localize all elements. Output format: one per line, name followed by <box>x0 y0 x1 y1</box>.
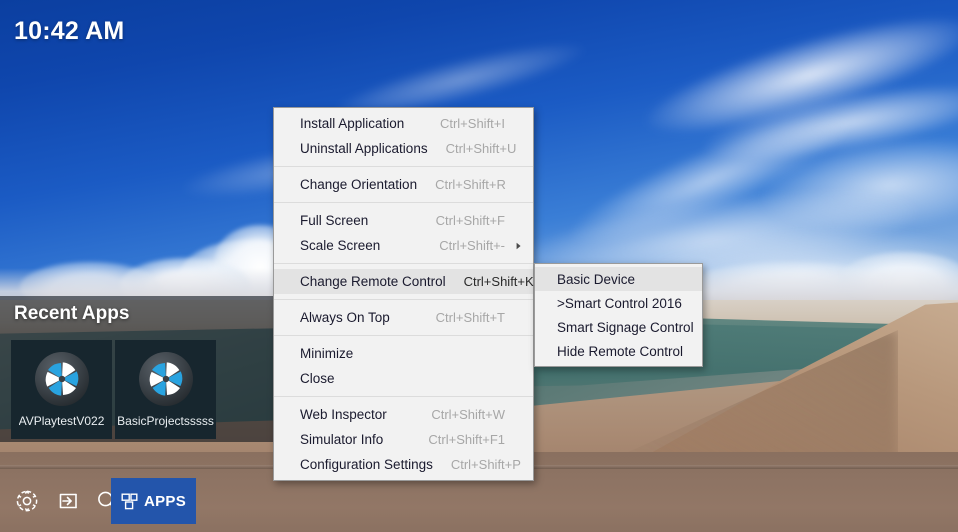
submenu-item-basic-device[interactable]: Basic Device <box>535 267 702 291</box>
submenu-item-label: Basic Device <box>557 271 636 287</box>
menu-item-label: Close <box>300 371 335 386</box>
menu-item-shortcut: Ctrl+Shift+I <box>439 116 505 131</box>
menu-item-web-inspector[interactable]: Web Inspector Ctrl+Shift+W <box>274 402 533 427</box>
menu-separator <box>274 202 533 203</box>
menu-item-install-application[interactable]: Install Application Ctrl+Shift+I <box>274 111 533 136</box>
menu-item-label: Always On Top <box>300 310 390 325</box>
menu-item-shortcut: Ctrl+Shift+K <box>463 274 534 289</box>
menu-item-shortcut: Ctrl+Shift+F <box>435 213 505 228</box>
menu-item-shortcut: Ctrl+Shift+F1 <box>428 432 505 447</box>
submenu-arrow-icon <box>513 119 525 129</box>
menu-item-always-on-top[interactable]: Always On Top Ctrl+Shift+T <box>274 305 533 330</box>
pinwheel-app-icon <box>138 351 194 407</box>
menu-separator <box>274 166 533 167</box>
clock: 10:42 AM <box>14 17 125 45</box>
menu-item-change-remote-control[interactable]: Change Remote Control Ctrl+Shift+K <box>274 269 548 294</box>
menu-item-uninstall-applications[interactable]: Uninstall Applications Ctrl+Shift+U <box>274 136 533 161</box>
list-item-label: AVPlaytestV022 <box>18 414 105 428</box>
submenu-arrow-icon <box>524 144 532 154</box>
submenu-arrow-icon <box>529 460 537 470</box>
menu-item-shortcut: Ctrl+Shift+P <box>450 457 521 472</box>
pinwheel-app-icon <box>34 351 90 407</box>
recent-apps-title: Recent Apps <box>14 303 130 324</box>
list-item[interactable]: AVPlaytestV022 <box>11 340 112 439</box>
submenu-item-label: >Smart Control 2016 <box>557 295 682 311</box>
menu-item-label: Change Remote Control <box>300 274 446 289</box>
menu-item-shortcut: Ctrl+Shift+R <box>435 177 506 192</box>
menu-item-change-orientation[interactable]: Change Orientation Ctrl+Shift+R <box>274 172 533 197</box>
submenu-arrow-icon <box>513 313 525 323</box>
menu-item-label: Configuration Settings <box>300 457 433 472</box>
menu-item-simulator-info[interactable]: Simulator Info Ctrl+Shift+F1 <box>274 427 533 452</box>
menu-item-label: Change Orientation <box>300 177 418 192</box>
taskbar-icon-group <box>14 488 120 514</box>
submenu-item-label: Smart Signage Control <box>557 319 694 335</box>
submenu-arrow-icon <box>513 349 525 359</box>
apps-button-label: APPS <box>143 492 187 510</box>
menu-item-label: Full Screen <box>300 213 369 228</box>
submenu-item-smart-signage-control[interactable]: Smart Signage Control <box>535 315 702 339</box>
apps-grid-icon <box>121 493 138 510</box>
menu-item-full-screen[interactable]: Full Screen Ctrl+Shift+F <box>274 208 533 233</box>
menu-item-shortcut: Ctrl+Shift+T <box>435 310 505 325</box>
list-item[interactable]: BasicProjectsssss <box>115 340 216 439</box>
gear-icon[interactable] <box>14 488 40 514</box>
submenu-arrow-icon <box>513 216 525 226</box>
desktop-screen: 10:42 AM Recent Apps AVPlaytestV022 Basi… <box>0 0 958 532</box>
menu-item-shortcut: Ctrl+Shift+U <box>445 141 517 156</box>
menu-item-scale-screen[interactable]: Scale Screen Ctrl+Shift+- <box>274 233 533 258</box>
menu-item-label: Install Application <box>300 116 405 131</box>
apps-button[interactable]: APPS <box>111 478 196 524</box>
submenu-item-label: Hide Remote Control <box>557 343 684 359</box>
menu-separator <box>274 396 533 397</box>
menu-item-label: Scale Screen <box>300 238 381 253</box>
recent-apps-tile-list: AVPlaytestV022 BasicProjectsssss <box>11 340 216 439</box>
menu-separator <box>274 299 533 300</box>
menu-item-close[interactable]: Close <box>274 366 533 391</box>
submenu-arrow-icon <box>513 435 525 445</box>
context-submenu[interactable]: Basic Device >Smart Control 2016 Smart Sig… <box>534 263 703 367</box>
menu-item-minimize[interactable]: Minimize <box>274 341 533 366</box>
menu-item-label: Uninstall Applications <box>300 141 428 156</box>
menu-separator <box>274 263 533 264</box>
submenu-arrow-icon <box>514 180 525 190</box>
list-item-label: BasicProjectsssss <box>117 414 214 428</box>
submenu-item-smart-control-2016[interactable]: >Smart Control 2016 <box>535 291 702 315</box>
login-arrow-icon[interactable] <box>54 488 80 514</box>
menu-item-label: Simulator Info <box>300 432 384 447</box>
menu-item-configuration-settings[interactable]: Configuration Settings Ctrl+Shift+P <box>274 452 533 477</box>
menu-item-shortcut: Ctrl+Shift+W <box>431 407 505 422</box>
menu-separator <box>274 335 533 336</box>
menu-item-label: Minimize <box>300 346 354 361</box>
submenu-item-hide-remote-control[interactable]: Hide Remote Control <box>535 339 702 363</box>
submenu-arrow-icon <box>513 241 525 251</box>
menu-item-label: Web Inspector <box>300 407 387 422</box>
menu-item-shortcut: Ctrl+Shift+- <box>439 238 505 253</box>
submenu-arrow-icon <box>513 410 525 420</box>
context-menu[interactable]: Install Application Ctrl+Shift+I Uninstall… <box>273 107 548 481</box>
submenu-arrow-icon <box>513 374 525 384</box>
